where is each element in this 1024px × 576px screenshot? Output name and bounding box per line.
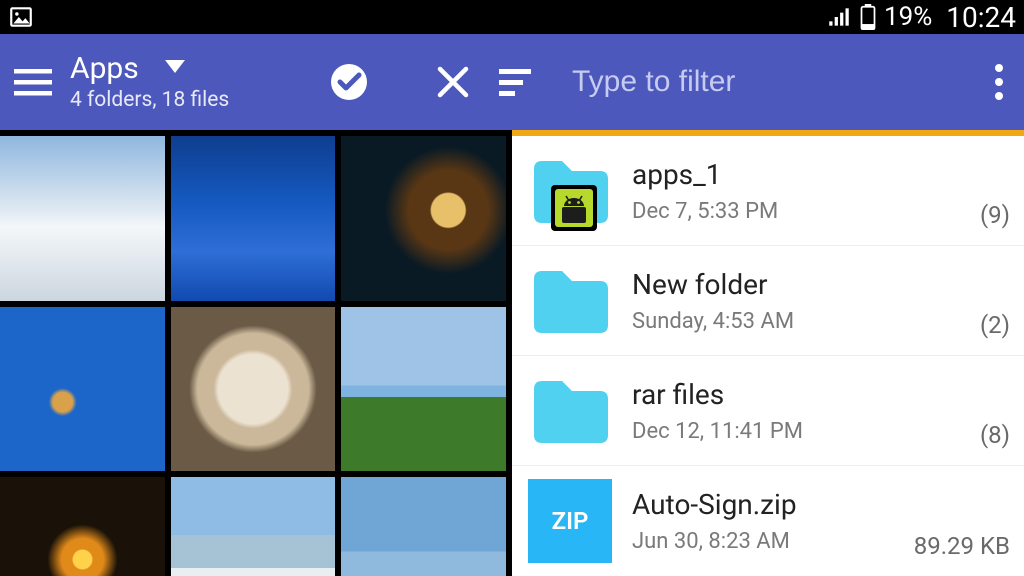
picture-icon	[8, 4, 34, 30]
page-subtitle: 4 folders, 18 files	[70, 88, 270, 112]
list-item[interactable]: New folder Sunday, 4:53 AM (2)	[512, 246, 1024, 356]
thumbnail[interactable]	[0, 477, 165, 576]
zip-label: ZIP	[528, 479, 612, 563]
item-count: (8)	[980, 421, 1010, 455]
item-name: rar files	[632, 378, 972, 411]
thumbnail[interactable]	[341, 307, 506, 472]
signal-icon	[826, 4, 852, 30]
thumbnail[interactable]	[171, 477, 336, 576]
status-bar: 19% 10:24	[0, 0, 1024, 34]
item-size: 89.29 KB	[914, 532, 1010, 566]
thumbnail[interactable]	[171, 307, 336, 472]
item-name: apps_1	[632, 158, 972, 191]
thumbnail[interactable]	[341, 477, 506, 576]
zip-icon: ZIP	[528, 479, 612, 563]
folder-icon	[528, 369, 612, 453]
sort-button[interactable]	[492, 57, 542, 107]
page-title: Apps	[70, 52, 139, 87]
battery-icon	[860, 4, 876, 30]
thumbnail[interactable]	[171, 136, 336, 301]
item-count: (2)	[980, 311, 1010, 345]
title-dropdown[interactable]: Apps 4 folders, 18 files	[70, 52, 270, 113]
list-item[interactable]: apps_1 Dec 7, 5:33 PM (9)	[512, 136, 1024, 246]
select-all-button[interactable]	[324, 57, 374, 107]
thumbnail[interactable]	[0, 136, 165, 301]
thumbnail-grid[interactable]	[0, 130, 512, 576]
folder-icon	[528, 149, 612, 233]
file-list-pane: apps_1 Dec 7, 5:33 PM (9) New folder Sun…	[512, 130, 1024, 576]
item-name: Auto-Sign.zip	[632, 488, 906, 521]
filter-input[interactable]	[556, 65, 970, 99]
main-split: apps_1 Dec 7, 5:33 PM (9) New folder Sun…	[0, 130, 1024, 576]
clock: 10:24	[946, 1, 1016, 34]
thumbnail[interactable]	[0, 307, 165, 472]
item-sub: Sunday, 4:53 AM	[632, 309, 972, 334]
item-sub: Jun 30, 8:23 AM	[632, 529, 906, 554]
menu-button[interactable]	[10, 67, 56, 97]
app-bar: Apps 4 folders, 18 files	[0, 34, 1024, 130]
chevron-down-icon	[165, 60, 185, 78]
item-name: New folder	[632, 268, 972, 301]
file-list[interactable]: apps_1 Dec 7, 5:33 PM (9) New folder Sun…	[512, 136, 1024, 576]
item-sub: Dec 12, 11:41 PM	[632, 419, 972, 444]
android-app-icon	[548, 183, 600, 233]
list-item[interactable]: rar files Dec 12, 11:41 PM (8)	[512, 356, 1024, 466]
close-button[interactable]	[428, 57, 478, 107]
item-sub: Dec 7, 5:33 PM	[632, 199, 972, 224]
item-count: (9)	[980, 201, 1010, 235]
battery-text: 19%	[884, 2, 932, 32]
folder-icon	[528, 259, 612, 343]
list-item[interactable]: ZIP Auto-Sign.zip Jun 30, 8:23 AM 89.29 …	[512, 466, 1024, 576]
thumbnail[interactable]	[341, 136, 506, 301]
overflow-menu-button[interactable]	[984, 62, 1014, 102]
